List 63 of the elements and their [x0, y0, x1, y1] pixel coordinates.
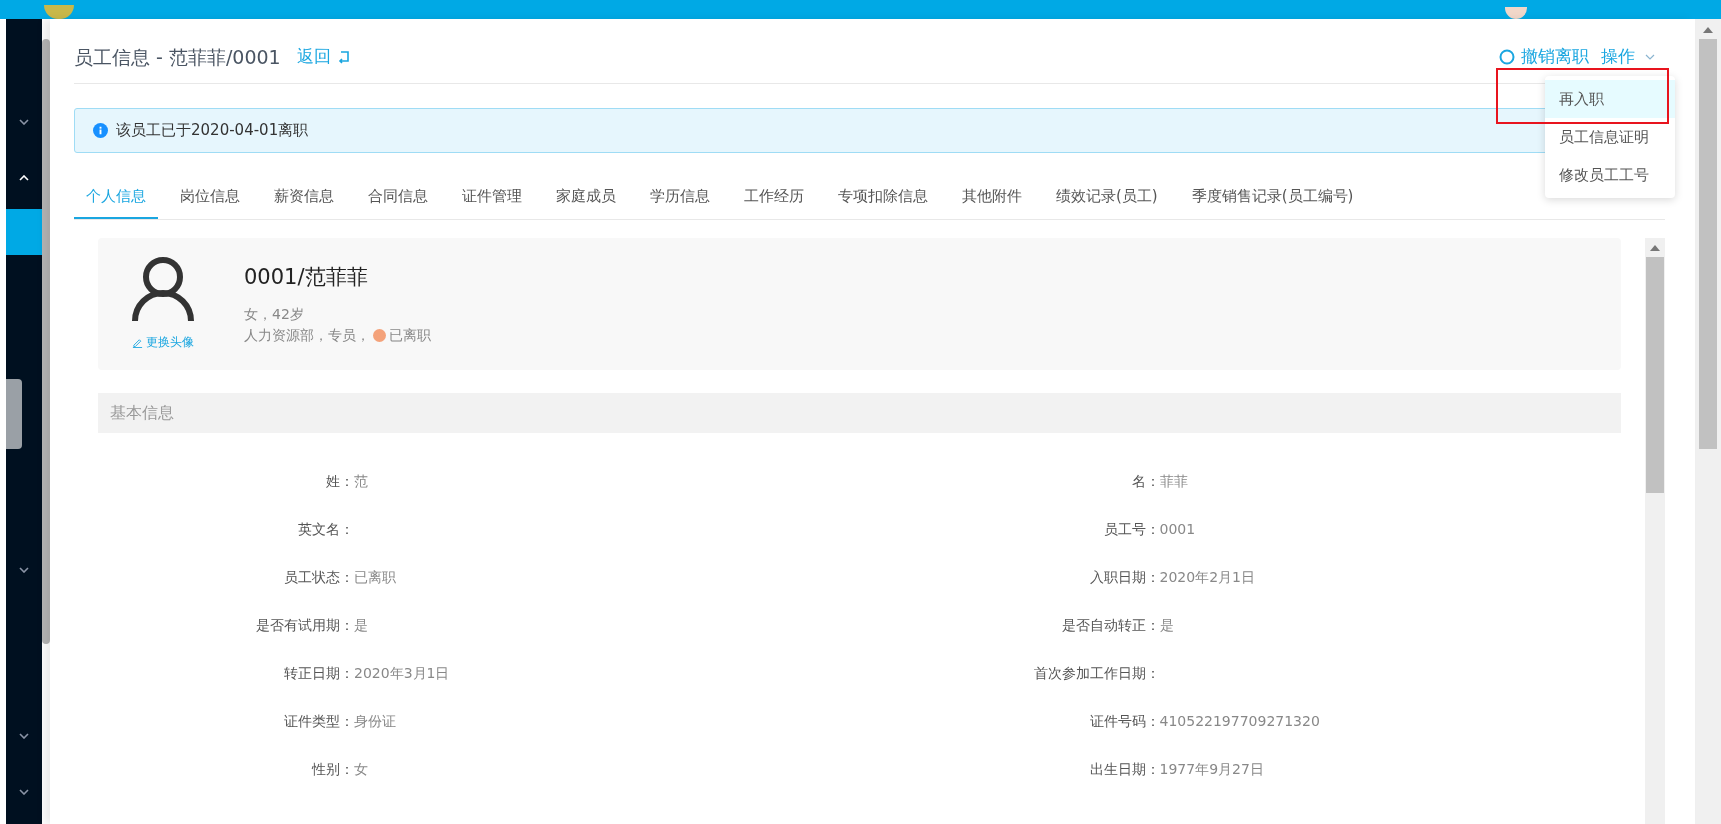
- tab[interactable]: 绩效记录(员工): [1044, 175, 1170, 219]
- tab[interactable]: 其他附件: [950, 175, 1034, 219]
- field-label: 转正日期：: [283, 663, 354, 683]
- field-label: 证件号码：: [1088, 711, 1160, 731]
- chevron-down-icon[interactable]: [19, 733, 29, 739]
- field-value: 1977年9月27日: [1159, 759, 1264, 779]
- field-label: 入职日期：: [1088, 567, 1160, 587]
- field-value: 2020年2月1日: [1159, 567, 1255, 587]
- employee-name: 0001/范菲菲: [244, 264, 369, 292]
- field-value: 女: [354, 759, 368, 779]
- tab[interactable]: 家庭成员: [544, 175, 628, 219]
- tab[interactable]: 薪资信息: [262, 175, 346, 219]
- field-label: 首次参加工作日期：: [1032, 663, 1160, 683]
- sidebar-handle[interactable]: [6, 379, 22, 449]
- chevron-down-icon[interactable]: [19, 567, 29, 573]
- info-icon: [93, 123, 108, 138]
- field-value: 身份证: [354, 711, 396, 731]
- menu-item[interactable]: 再入职: [1545, 80, 1675, 118]
- field-value: 2020年3月1日: [354, 663, 450, 683]
- field-value: 0001: [1159, 519, 1196, 539]
- field-value: 菲菲: [1159, 471, 1188, 491]
- field-label: 姓：: [325, 471, 354, 491]
- menu-item[interactable]: 修改员工工号: [1545, 156, 1675, 194]
- tab[interactable]: 学历信息: [638, 175, 722, 219]
- status-text: 已离职: [389, 325, 431, 345]
- field-value: 是: [1159, 615, 1174, 635]
- caret-icon: [1645, 54, 1655, 60]
- field-label: 证件类型：: [283, 711, 354, 731]
- tab[interactable]: 工作经历: [732, 175, 816, 219]
- alert-text: 该员工已于2020-04-01离职: [116, 120, 309, 142]
- field-label: 名：: [1130, 471, 1160, 491]
- department-position: 人力资源部，专员，: [244, 325, 370, 345]
- field-value: 是: [354, 615, 368, 635]
- page-title: 员工信息 - 范菲菲/0001: [74, 44, 281, 70]
- tab[interactable]: 专项扣除信息: [826, 175, 940, 219]
- field-label: 员工号：: [1102, 519, 1160, 539]
- scroll-up-icon[interactable]: [1650, 245, 1660, 251]
- chevron-down-icon[interactable]: [19, 789, 29, 795]
- field-value: 410522197709271320: [1159, 711, 1320, 731]
- chevron-down-icon[interactable]: [19, 119, 29, 125]
- field-label: 是否自动转正：: [1060, 615, 1160, 635]
- scroll-thumb[interactable]: [1699, 39, 1717, 449]
- field-label: 英文名：: [297, 519, 354, 539]
- field-value: 已离职: [354, 567, 396, 587]
- field-label: 是否有试用期：: [255, 615, 354, 635]
- circle-icon: [1499, 49, 1515, 65]
- chevron-up-icon[interactable]: [19, 175, 29, 181]
- section-title: 基本信息: [110, 402, 174, 424]
- scroll-thumb[interactable]: [1646, 257, 1664, 493]
- pencil-icon: [132, 336, 143, 348]
- tab[interactable]: 岗位信息: [168, 175, 252, 219]
- person-icon: [131, 257, 195, 323]
- tab[interactable]: 季度销售记录(员工编号): [1179, 175, 1366, 219]
- field-label: 性别：: [310, 759, 354, 779]
- tab[interactable]: 证件管理: [450, 175, 534, 219]
- scroll-up-icon[interactable]: [1703, 27, 1713, 33]
- field-label: 出生日期：: [1088, 759, 1160, 779]
- tab[interactable]: 合同信息: [356, 175, 440, 219]
- menu-item[interactable]: 员工信息证明: [1545, 118, 1675, 156]
- field-value: 范: [354, 471, 368, 491]
- gender-age: 女，42岁: [244, 304, 305, 324]
- return-icon: [336, 50, 351, 64]
- field-label: 员工状态：: [283, 567, 354, 587]
